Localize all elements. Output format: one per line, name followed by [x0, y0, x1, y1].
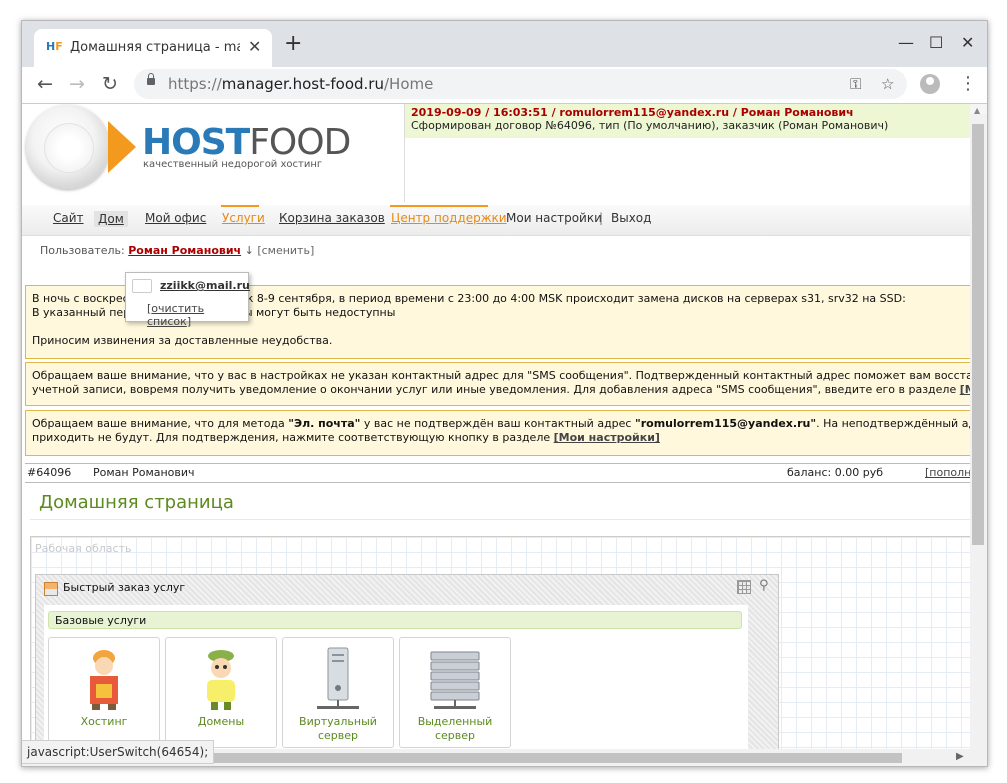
service-vps[interactable]: Виртуальный сервер	[282, 637, 394, 748]
user-email-option[interactable]: zziikk@mail.ru	[160, 279, 250, 292]
status-bar: javascript:UserSwitch(64654);	[22, 740, 215, 764]
bookmark-star-icon[interactable]: ☆	[881, 75, 894, 93]
category-header: Базовые услуги	[48, 611, 742, 629]
reload-button[interactable]: ↻	[102, 73, 118, 95]
vertical-scroll-thumb[interactable]	[972, 124, 984, 545]
main-nav: Сайт Дом Мой офис Услуги Корзина заказов…	[22, 205, 987, 236]
account-row: #64096 Роман Романович баланс: 0.00 руб …	[25, 463, 973, 483]
pin-icon[interactable]: ⚲	[759, 578, 769, 593]
back-button[interactable]: ←	[37, 73, 53, 95]
logo-plate-icon	[26, 105, 110, 189]
profile-avatar-icon[interactable]	[920, 74, 940, 94]
clear-list-link[interactable]: [очистить список]	[147, 302, 248, 328]
url-text: https://manager.host-food.ru/Home	[168, 75, 434, 93]
arrow-down-icon: ↓	[244, 244, 254, 257]
log-entry: 2019-09-09 / 16:03:51 / romulorrem115@ya…	[405, 104, 970, 138]
service-label: Выделенный сервер	[417, 715, 493, 742]
scroll-right-icon[interactable]: ▶	[956, 751, 964, 762]
browser-menu-icon[interactable]: ⋮	[959, 73, 977, 94]
browser-tab[interactable]: HF Домашняя страница - manager.host-food…	[34, 29, 272, 67]
service-hosting[interactable]: Хостинг	[48, 637, 160, 748]
user-line: Пользователь: Роман Романович ↓ [сменить…	[40, 244, 314, 257]
page-vertical-scrollbar[interactable]	[970, 114, 987, 766]
support-highlight-bar	[390, 205, 488, 207]
account-balance: баланс: 0.00 руб	[787, 466, 884, 479]
close-window-button[interactable]: ✕	[961, 33, 974, 52]
horizontal-scroll-thumb[interactable]	[202, 753, 902, 763]
key-icon[interactable]: ⚿	[850, 75, 861, 93]
user-label: Пользователь:	[40, 244, 125, 257]
user-checkbox[interactable]	[132, 279, 152, 293]
address-bar[interactable]: https://manager.host-food.ru/Home ⚿ ☆	[134, 69, 907, 99]
grid-icon[interactable]	[737, 580, 751, 594]
log-entry-text: Сформирован договор №64096, тип (По умол…	[411, 119, 889, 132]
tab-close-icon[interactable]: ✕	[248, 37, 261, 56]
page-title: Домашняя страница	[39, 492, 234, 513]
notice-text: Обращаем ваше внимание, что у вас в наст…	[32, 369, 973, 382]
lock-icon	[147, 73, 155, 85]
service-dedicated[interactable]: Выделенный сервер	[399, 637, 511, 748]
nav-my-settings[interactable]: Мои настройки	[506, 211, 602, 225]
logo[interactable]: HOSTFOOD	[142, 122, 351, 163]
account-number: #64096	[27, 466, 72, 479]
virtual-server-icon	[317, 647, 359, 709]
browser-window: HF Домашняя страница - manager.host-food…	[21, 20, 988, 767]
notice-text: учетной записи, вовремя получить уведомл…	[32, 383, 972, 397]
logo-arrow-icon	[108, 121, 136, 173]
user-switch-dropdown: zziikk@mail.ru [очистить список]	[125, 272, 250, 328]
domains-mascot-icon	[207, 650, 235, 710]
service-label: Хостинг	[80, 715, 128, 728]
change-user-link[interactable]: [сменить]	[257, 244, 314, 257]
dedicated-server-icon	[430, 651, 480, 709]
my-settings-link[interactable]: [Мои настройки]	[554, 431, 660, 444]
tab-bar: HF Домашняя страница - manager.host-food…	[22, 21, 987, 67]
nav-services[interactable]: Услуги	[222, 211, 265, 225]
title-divider	[30, 519, 970, 520]
logo-tagline: качественный недорогой хостинг	[143, 159, 323, 170]
minimize-button[interactable]: —	[898, 33, 914, 52]
log-entry-title: 2019-09-09 / 16:03:51 / romulorrem115@ya…	[411, 106, 854, 119]
nav-support[interactable]: Центр поддержки	[391, 211, 507, 225]
email-notice: Обращаем ваше внимание, что для метода "…	[25, 410, 973, 456]
topup-link[interactable]: [пополнить]	[925, 466, 972, 479]
favicon-icon: HF	[46, 40, 63, 53]
sms-notice: Обращаем ваше внимание, что у вас в наст…	[25, 362, 973, 406]
widget-title: Быстрый заказ услуг	[63, 581, 186, 594]
nav-separator: |	[599, 211, 604, 225]
quick-order-widget: Быстрый заказ услуг ⚲ Базовые услуги Хос…	[35, 574, 779, 766]
new-tab-button[interactable]: +	[284, 33, 302, 55]
page-viewport: HOSTFOOD качественный недорогой хостинг …	[22, 104, 987, 766]
service-label: Виртуальный сервер	[299, 715, 377, 742]
notice-text: приходить не будут. Для подтверждения, н…	[32, 431, 660, 444]
notice-text: Обращаем ваше внимание, что для метода "…	[32, 417, 972, 430]
services-highlight-bar	[221, 205, 259, 207]
nav-home[interactable]: Дом	[94, 211, 128, 227]
nav-cart[interactable]: Корзина заказов	[279, 211, 385, 225]
maximize-button[interactable]: ☐	[929, 33, 943, 52]
user-name-link[interactable]: Роман Романович	[128, 244, 241, 257]
tab-title: Домашняя страница - manager.host-food.ru	[70, 40, 240, 55]
browser-toolbar: ← → ↻ https://manager.host-food.ru/Home …	[22, 67, 987, 104]
service-label: Домены	[197, 715, 245, 728]
account-name: Роман Романович	[93, 466, 195, 479]
forward-button[interactable]: →	[69, 73, 85, 95]
event-log: 2019-09-09 / 16:03:51 / romulorrem115@ya…	[404, 104, 970, 202]
nav-site[interactable]: Сайт	[53, 211, 84, 225]
nav-logout[interactable]: Выход	[611, 211, 651, 225]
service-domains[interactable]: Домены	[165, 637, 277, 748]
hosting-mascot-icon	[90, 650, 118, 710]
work-area-label: Рабочая область	[35, 542, 132, 555]
widget-icon	[44, 582, 58, 596]
notice-text: Приносим извинения за доставленные неудо…	[32, 334, 333, 347]
work-area: Рабочая область Быстрый заказ услуг ⚲ Ба…	[30, 536, 972, 766]
nav-my-office[interactable]: Мой офис	[145, 211, 206, 225]
